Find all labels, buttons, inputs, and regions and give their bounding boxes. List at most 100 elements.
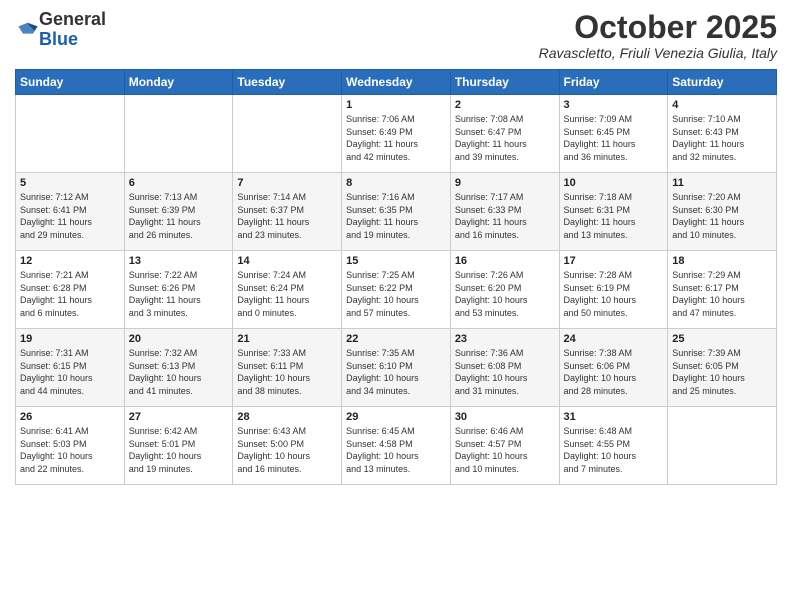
- calendar-week-row: 26 Sunrise: 6:41 AM Sunset: 5:03 PM Dayli…: [16, 407, 777, 485]
- col-thursday: Thursday: [450, 70, 559, 95]
- calendar-cell: 3 Sunrise: 7:09 AM Sunset: 6:45 PM Daylig…: [559, 95, 668, 173]
- calendar-cell: 26 Sunrise: 6:41 AM Sunset: 5:03 PM Dayli…: [16, 407, 125, 485]
- calendar-cell: 23Sunrise: 7:36 AM Sunset: 6:08 PM Dayli…: [450, 329, 559, 407]
- col-saturday: Saturday: [668, 70, 777, 95]
- day-number: 17: [564, 255, 664, 267]
- day-number: 1: [346, 99, 446, 111]
- calendar-cell: 17 Sunrise: 7:28 AM Sunset: 6:19 PM Dayli…: [559, 251, 668, 329]
- day-number: 6: [129, 177, 229, 189]
- day-number: 18: [672, 255, 772, 267]
- day-number: 25: [672, 333, 772, 345]
- day-info: Sunrise: 7:09 AM Sunset: 6:45 PM Dayligh…: [564, 113, 664, 163]
- day-info: Sunrise: 6:41 AM Sunset: 5:03 PM Dayligh…: [20, 425, 120, 475]
- col-wednesday: Wednesday: [342, 70, 451, 95]
- calendar-cell: 29 Sunrise: 6:45 AM Sunset: 4:58 PM Dayli…: [342, 407, 451, 485]
- day-info: Sunrise: 7:06 AM Sunset: 6:49 PM Dayligh…: [346, 113, 446, 163]
- day-number: 9: [455, 177, 555, 189]
- calendar-cell: 13 Sunrise: 7:22 AM Sunset: 6:26 PM Dayli…: [124, 251, 233, 329]
- day-info: Sunrise: 7:28 AM Sunset: 6:19 PM Dayligh…: [564, 269, 664, 319]
- day-info: Sunrise: 6:45 AM Sunset: 4:58 PM Dayligh…: [346, 425, 446, 475]
- calendar-table: Sunday Monday Tuesday Wednesday Thursday…: [15, 69, 777, 485]
- logo-general-text: General: [39, 10, 106, 30]
- day-info: Sunrise: 6:46 AM Sunset: 4:57 PM Dayligh…: [455, 425, 555, 475]
- day-number: 29: [346, 411, 446, 423]
- header: General Blue October 2025 Ravascletto, F…: [15, 10, 777, 61]
- day-info: Sunrise: 7:24 AM Sunset: 6:24 PM Dayligh…: [237, 269, 337, 319]
- calendar-cell: 30 Sunrise: 6:46 AM Sunset: 4:57 PM Dayli…: [450, 407, 559, 485]
- calendar-cell: 2 Sunrise: 7:08 AM Sunset: 6:47 PM Daylig…: [450, 95, 559, 173]
- day-number: 11: [672, 177, 772, 189]
- day-number: 30: [455, 411, 555, 423]
- day-info: Sunrise: 7:12 AM Sunset: 6:41 PM Dayligh…: [20, 191, 120, 241]
- day-number: 16: [455, 255, 555, 267]
- day-number: 13: [129, 255, 229, 267]
- calendar-header-row: Sunday Monday Tuesday Wednesday Thursday…: [16, 70, 777, 95]
- day-info: Sunrise: 6:48 AM Sunset: 4:55 PM Dayligh…: [564, 425, 664, 475]
- day-number: 5: [20, 177, 120, 189]
- calendar-cell: [124, 95, 233, 173]
- title-block: October 2025 Ravascletto, Friuli Venezia…: [539, 10, 777, 61]
- calendar-cell: 11 Sunrise: 7:20 AM Sunset: 6:30 PM Dayli…: [668, 173, 777, 251]
- calendar-cell: 18 Sunrise: 7:29 AM Sunset: 6:17 PM Dayli…: [668, 251, 777, 329]
- calendar-cell: 28Sunrise: 6:43 AM Sunset: 5:00 PM Dayli…: [233, 407, 342, 485]
- calendar-cell: 25 Sunrise: 7:39 AM Sunset: 6:05 PM Dayli…: [668, 329, 777, 407]
- day-number: 3: [564, 99, 664, 111]
- day-info: Sunrise: 7:10 AM Sunset: 6:43 PM Dayligh…: [672, 113, 772, 163]
- calendar-cell: [668, 407, 777, 485]
- calendar-cell: 1 Sunrise: 7:06 AM Sunset: 6:49 PM Daylig…: [342, 95, 451, 173]
- calendar-cell: 27 Sunrise: 6:42 AM Sunset: 5:01 PM Dayli…: [124, 407, 233, 485]
- calendar-cell: 10Sunrise: 7:18 AM Sunset: 6:31 PM Dayli…: [559, 173, 668, 251]
- day-number: 10: [564, 177, 664, 189]
- day-number: 27: [129, 411, 229, 423]
- day-number: 22: [346, 333, 446, 345]
- calendar-cell: 9 Sunrise: 7:17 AM Sunset: 6:33 PM Daylig…: [450, 173, 559, 251]
- calendar-week-row: 12Sunrise: 7:21 AM Sunset: 6:28 PM Dayli…: [16, 251, 777, 329]
- calendar-cell: [16, 95, 125, 173]
- day-number: 4: [672, 99, 772, 111]
- day-info: Sunrise: 7:25 AM Sunset: 6:22 PM Dayligh…: [346, 269, 446, 319]
- calendar-cell: 7Sunrise: 7:14 AM Sunset: 6:37 PM Daylig…: [233, 173, 342, 251]
- calendar-cell: 15 Sunrise: 7:25 AM Sunset: 6:22 PM Dayli…: [342, 251, 451, 329]
- day-number: 2: [455, 99, 555, 111]
- calendar-cell: 6 Sunrise: 7:13 AM Sunset: 6:39 PM Daylig…: [124, 173, 233, 251]
- calendar-week-row: 5 Sunrise: 7:12 AM Sunset: 6:41 PM Daylig…: [16, 173, 777, 251]
- day-info: Sunrise: 7:22 AM Sunset: 6:26 PM Dayligh…: [129, 269, 229, 319]
- logo-blue-text: Blue: [39, 30, 106, 50]
- day-info: Sunrise: 7:29 AM Sunset: 6:17 PM Dayligh…: [672, 269, 772, 319]
- day-number: 26: [20, 411, 120, 423]
- location: Ravascletto, Friuli Venezia Giulia, Ital…: [539, 45, 777, 61]
- calendar-cell: 4 Sunrise: 7:10 AM Sunset: 6:43 PM Daylig…: [668, 95, 777, 173]
- page: General Blue October 2025 Ravascletto, F…: [0, 0, 792, 612]
- col-friday: Friday: [559, 70, 668, 95]
- day-info: Sunrise: 7:14 AM Sunset: 6:37 PM Dayligh…: [237, 191, 337, 241]
- day-number: 15: [346, 255, 446, 267]
- day-number: 23: [455, 333, 555, 345]
- col-sunday: Sunday: [16, 70, 125, 95]
- day-number: 28: [237, 411, 337, 423]
- day-number: 31: [564, 411, 664, 423]
- day-info: Sunrise: 7:08 AM Sunset: 6:47 PM Dayligh…: [455, 113, 555, 163]
- logo: General Blue: [15, 10, 106, 50]
- calendar-cell: 19Sunrise: 7:31 AM Sunset: 6:15 PM Dayli…: [16, 329, 125, 407]
- day-info: Sunrise: 7:38 AM Sunset: 6:06 PM Dayligh…: [564, 347, 664, 397]
- calendar-cell: 8Sunrise: 7:16 AM Sunset: 6:35 PM Daylig…: [342, 173, 451, 251]
- calendar-cell: 12Sunrise: 7:21 AM Sunset: 6:28 PM Dayli…: [16, 251, 125, 329]
- calendar-cell: 5 Sunrise: 7:12 AM Sunset: 6:41 PM Daylig…: [16, 173, 125, 251]
- logo-icon: [17, 19, 39, 41]
- calendar-cell: [233, 95, 342, 173]
- day-info: Sunrise: 7:21 AM Sunset: 6:28 PM Dayligh…: [20, 269, 120, 319]
- calendar-cell: 20Sunrise: 7:32 AM Sunset: 6:13 PM Dayli…: [124, 329, 233, 407]
- day-info: Sunrise: 7:39 AM Sunset: 6:05 PM Dayligh…: [672, 347, 772, 397]
- col-monday: Monday: [124, 70, 233, 95]
- day-info: Sunrise: 7:33 AM Sunset: 6:11 PM Dayligh…: [237, 347, 337, 397]
- day-info: Sunrise: 7:17 AM Sunset: 6:33 PM Dayligh…: [455, 191, 555, 241]
- calendar-cell: 14Sunrise: 7:24 AM Sunset: 6:24 PM Dayli…: [233, 251, 342, 329]
- day-info: Sunrise: 7:20 AM Sunset: 6:30 PM Dayligh…: [672, 191, 772, 241]
- day-info: Sunrise: 7:13 AM Sunset: 6:39 PM Dayligh…: [129, 191, 229, 241]
- calendar-week-row: 1 Sunrise: 7:06 AM Sunset: 6:49 PM Daylig…: [16, 95, 777, 173]
- calendar-cell: 31 Sunrise: 6:48 AM Sunset: 4:55 PM Dayli…: [559, 407, 668, 485]
- day-number: 8: [346, 177, 446, 189]
- day-info: Sunrise: 6:42 AM Sunset: 5:01 PM Dayligh…: [129, 425, 229, 475]
- calendar-cell: 21Sunrise: 7:33 AM Sunset: 6:11 PM Dayli…: [233, 329, 342, 407]
- calendar-cell: 22Sunrise: 7:35 AM Sunset: 6:10 PM Dayli…: [342, 329, 451, 407]
